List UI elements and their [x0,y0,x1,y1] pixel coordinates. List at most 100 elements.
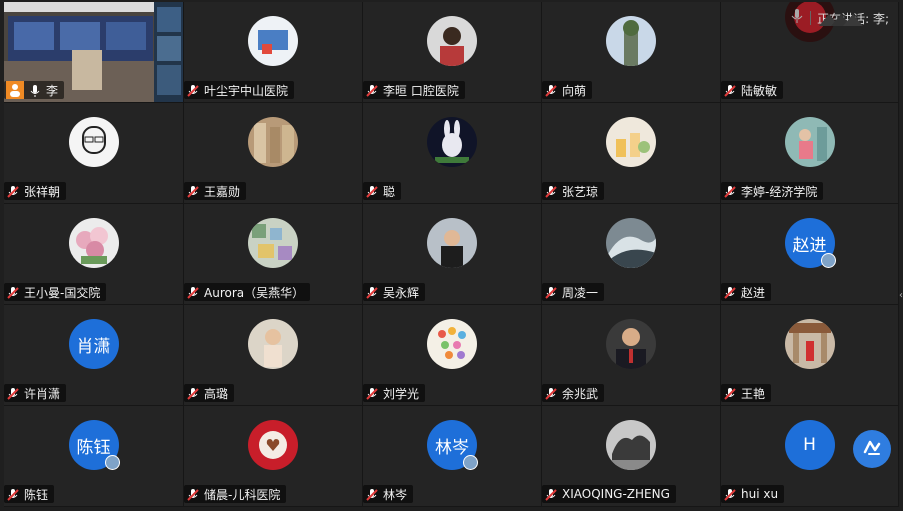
avatar [248,319,298,369]
institution-badge-icon [820,253,836,268]
participant-name-bar: 叶尘宇中山医院 [184,81,295,99]
participant-name: 赵进 [741,285,766,300]
participant-name-bar: 赵进 [721,283,772,301]
participant-tile[interactable]: 余兆武 [542,305,721,406]
participant-name-bar: 李婷-经济学院 [721,182,824,200]
participant-name-bar: 许肖潇 [4,384,67,402]
participant-tile[interactable]: 叶尘宇中山医院 [184,2,363,103]
participant-name: 向萌 [562,83,587,98]
mic-muted-icon [186,184,200,198]
avatar [427,319,477,369]
participant-name-bar: 聪 [363,182,402,200]
participant-tile[interactable]: 陈钰 陈钰 [4,406,184,507]
mic-muted-icon [365,386,379,400]
avatar [427,16,477,66]
chevron-left-icon[interactable]: ‹ [899,290,903,301]
participant-name-bar: 高璐 [184,384,235,402]
avatar [606,420,656,470]
avatar-initials: 赵进 [792,235,827,256]
avatar [427,218,477,268]
participant-tile[interactable]: 林岑 林岑 [363,406,542,507]
participant-tile[interactable]: 聪 [363,103,542,204]
mic-muted-icon [186,386,200,400]
avatar [68,117,119,167]
avatar-initials: 陈钰 [76,437,111,458]
mic-muted-icon [544,285,558,299]
participant-name: 吴永辉 [383,285,420,300]
avatar [606,319,656,369]
watermark-logo [817,8,865,34]
participant-name-bar: 刘学光 [363,384,426,402]
participant-name: 张祥朝 [24,184,61,199]
participant-name: 陈钰 [24,487,49,502]
participant-name: 王小曼-国交院 [24,285,101,300]
participant-name-bar: Aurora（吴燕华） [184,283,311,301]
avatar [248,218,298,268]
avatar [248,117,298,167]
participant-name-bar: 王艳 [721,384,772,402]
participant-name-bar: XIAOQING-ZHENG [542,485,676,503]
participant-tile[interactable]: 储晨-儿科医院 [184,406,363,507]
participant-name-bar: 李 [4,81,65,99]
mic-muted-icon [723,285,737,299]
avatar-initials: 林岑 [435,437,469,458]
participant-tile[interactable]: 王嘉勋 [184,103,363,204]
participant-name: 刘学光 [383,386,420,401]
divider [810,11,812,25]
mic-muted-icon [6,487,20,501]
mic-muted-icon [544,184,558,198]
assistant-icon [861,436,883,462]
mic-muted-icon [723,386,737,400]
participant-tile[interactable]: 王小曼-国交院 [4,204,184,305]
avatar [68,218,119,268]
mic-muted-icon [365,285,379,299]
participant-name-bar: 陆敏敏 [721,81,784,99]
participant-name: 李 [46,83,59,98]
participant-name: 聪 [383,184,396,199]
participant-tile[interactable]: 向萌 [542,2,721,103]
participant-name: 余兆武 [562,386,599,401]
participant-name: 陆敏敏 [741,83,778,98]
mic-muted-icon [365,83,379,97]
microphone-icon [790,8,804,28]
participant-name-bar: 林岑 [363,485,414,503]
mic-muted-icon [723,83,737,97]
participant-tile[interactable]: 赵进 赵进 [721,204,899,305]
mic-muted-icon [186,83,200,97]
participant-name: 李晅 口腔医院 [383,83,459,98]
participant-tile[interactable]: 刘学光 [363,305,542,406]
mic-muted-icon [186,285,200,299]
participant-name: 叶尘宇中山医院 [204,83,289,98]
participant-tile[interactable]: 吴永辉 [363,204,542,305]
mic-muted-icon [6,386,20,400]
participant-tile[interactable]: 张艺琼 [542,103,721,204]
participant-tile[interactable]: Aurora（吴燕华） [184,204,363,305]
participant-tile[interactable]: 李婷-经济学院 [721,103,899,204]
participant-tile[interactable]: XIAOQING-ZHENG [542,406,721,507]
participant-name-bar: 余兆武 [542,384,605,402]
mic-muted-icon [723,184,737,198]
participant-name: 王嘉勋 [204,184,241,199]
participant-name-bar: 向萌 [542,81,593,99]
avatar: H [784,420,835,470]
mic-muted-icon [6,285,20,299]
participant-tile[interactable]: 李 [4,2,184,103]
participant-tile[interactable]: 肖潇 许肖潇 [4,305,184,406]
participant-name-bar: hui xu [721,485,785,503]
participant-tile[interactable]: 周凌一 [542,204,721,305]
mic-muted-icon [544,487,558,501]
participant-name: 李婷-经济学院 [741,184,818,199]
participant-name: 张艺琼 [562,184,599,199]
mic-muted-icon [544,386,558,400]
avatar [606,117,656,167]
participant-tile[interactable]: 王艳 [721,305,899,406]
user-icon [6,81,24,99]
avatar: 肖潇 [68,319,119,369]
participant-tile[interactable]: 高璐 [184,305,363,406]
participant-name: 王艳 [741,386,766,401]
participant-tile[interactable]: 张祥朝 [4,103,184,204]
participant-tile[interactable]: 李晅 口腔医院 [363,2,542,103]
avatar [784,319,835,369]
institution-badge-icon [104,455,120,470]
floating-assistant-button[interactable] [853,430,891,468]
